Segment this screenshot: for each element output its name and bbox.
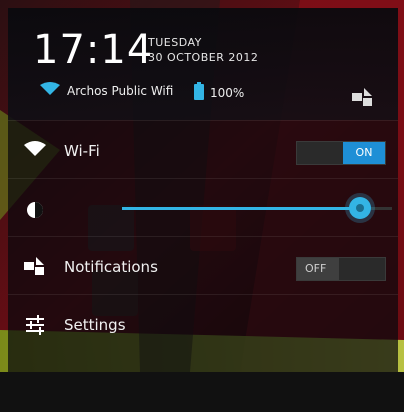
date-label: 30 OCTOBER 2012 [148, 51, 259, 64]
settings-label: Settings [64, 316, 126, 334]
wifi-label: Wi-Fi [64, 142, 100, 160]
wifi-icon [24, 141, 46, 161]
quick-settings-panel: Wi-Fi ON Notifications OFF Settings [8, 120, 398, 372]
notifications-label: Notifications [64, 258, 158, 276]
battery-status: 100% [194, 82, 244, 103]
wifi-icon [40, 82, 60, 99]
wifi-status: Archos Public Wifi [40, 82, 173, 99]
bottom-bar [0, 372, 404, 412]
wifi-toggle-state: ON [343, 142, 385, 164]
notifications-toggle-state: OFF [297, 258, 339, 280]
notifications-icon [24, 257, 44, 279]
settings-icon [24, 315, 46, 339]
brightness-fill [122, 207, 360, 210]
brightness-icon [24, 199, 46, 225]
clock: 17:14 [33, 27, 154, 73]
notifications-toggle[interactable]: OFF [296, 257, 386, 281]
day-label: TUESDAY [148, 36, 202, 49]
brightness-row [8, 178, 398, 237]
wifi-toggle[interactable]: ON [296, 141, 386, 165]
battery-icon [194, 82, 204, 103]
battery-level: 100% [210, 85, 245, 100]
notifications-icon[interactable] [352, 88, 372, 110]
settings-row[interactable]: Settings [8, 294, 398, 353]
network-name: Archos Public Wifi [67, 83, 174, 98]
brightness-thumb[interactable] [348, 197, 371, 219]
brightness-slider[interactable] [122, 197, 392, 219]
status-header: 17:14 TUESDAY 30 OCTOBER 2012 Archos Pub… [8, 8, 398, 120]
notifications-row[interactable]: Notifications OFF [8, 236, 398, 295]
wifi-row[interactable]: Wi-Fi ON [8, 120, 398, 179]
